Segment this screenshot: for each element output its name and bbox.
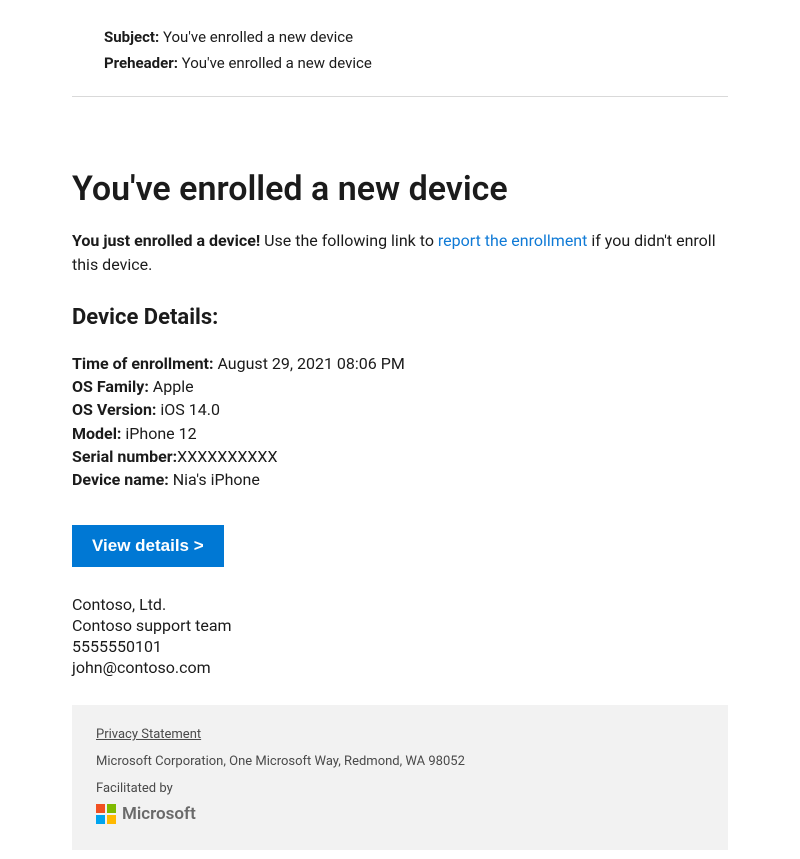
email-meta: Subject: You've enrolled a new device Pr… (72, 28, 728, 97)
contact-phone: 5555550101 (72, 637, 728, 656)
detail-serial: Serial number:XXXXXXXXXX (72, 445, 728, 468)
preheader-value: You've enrolled a new device (182, 54, 372, 72)
os-family-label: OS Family: (72, 377, 149, 396)
subject-line: Subject: You've enrolled a new device (104, 28, 728, 46)
os-version-label: OS Version: (72, 400, 156, 419)
subject-label: Subject: (104, 28, 159, 46)
os-family-value: Apple (149, 377, 194, 396)
os-version-value: iOS 14.0 (156, 400, 220, 419)
report-enrollment-link[interactable]: report the enrollment (438, 231, 587, 250)
device-name-value: Nia's iPhone (169, 470, 260, 489)
device-name-label: Device name: (72, 470, 169, 489)
microsoft-wordmark: Microsoft (122, 804, 196, 824)
detail-device-name: Device name: Nia's iPhone (72, 468, 728, 491)
footer-address: Microsoft Corporation, One Microsoft Way… (96, 754, 704, 769)
time-label: Time of enrollment: (72, 354, 213, 373)
microsoft-logo-icon (96, 804, 116, 824)
intro-bold: You just enrolled a device! (72, 231, 260, 250)
privacy-statement-link[interactable]: Privacy Statement (96, 727, 201, 742)
intro-before-link: Use the following link to (260, 231, 438, 250)
preheader-label: Preheader: (104, 54, 178, 72)
contact-org: Contoso, Ltd. (72, 595, 728, 614)
detail-os-family: OS Family: Apple (72, 375, 728, 398)
time-value: August 29, 2021 08:06 PM (213, 354, 404, 373)
serial-label: Serial number: (72, 447, 177, 466)
microsoft-logo: Microsoft (96, 804, 704, 824)
contact-block: Contoso, Ltd. Contoso support team 55555… (72, 595, 728, 677)
footer: Privacy Statement Microsoft Corporation,… (72, 705, 728, 850)
model-label: Model: (72, 424, 121, 443)
preheader-line: Preheader: You've enrolled a new device (104, 54, 728, 72)
view-details-button[interactable]: View details > (72, 525, 224, 567)
detail-time: Time of enrollment: August 29, 2021 08:0… (72, 352, 728, 375)
contact-team: Contoso support team (72, 616, 728, 635)
detail-model: Model: iPhone 12 (72, 422, 728, 445)
contact-email: john@contoso.com (72, 658, 728, 677)
subject-value: You've enrolled a new device (163, 28, 353, 46)
page-title: You've enrolled a new device (72, 169, 728, 209)
facilitated-by-label: Facilitated by (96, 781, 704, 796)
device-details-heading: Device Details: (72, 305, 728, 330)
model-value: iPhone 12 (121, 424, 196, 443)
detail-os-version: OS Version: iOS 14.0 (72, 398, 728, 421)
intro-paragraph: You just enrolled a device! Use the foll… (72, 229, 728, 277)
serial-value: XXXXXXXXXX (177, 447, 277, 466)
